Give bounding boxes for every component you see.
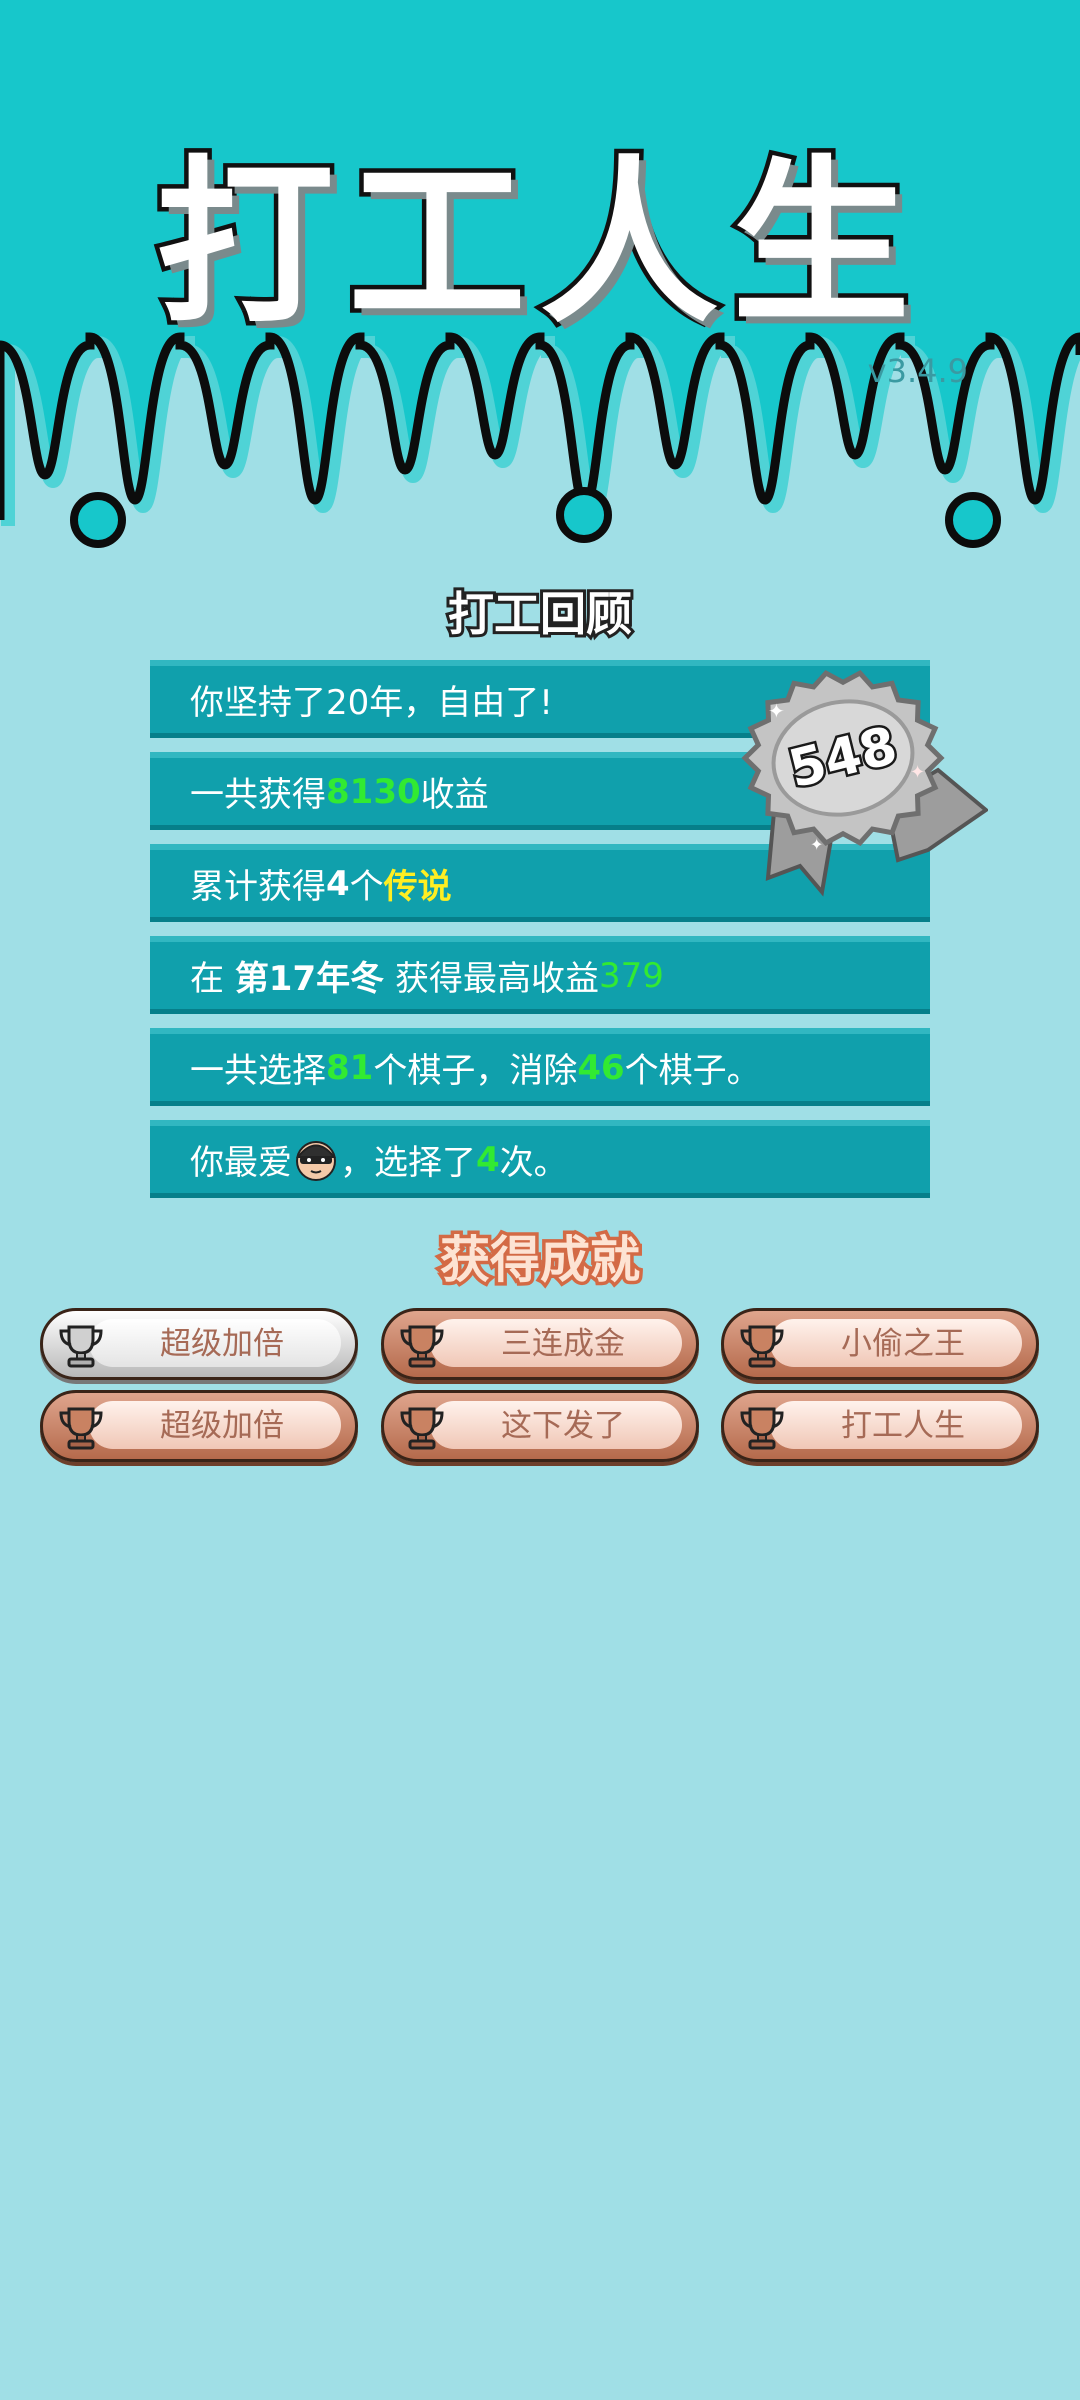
stat-pieces-prefix: 一共选择 [190, 1051, 326, 1091]
achievement-label: 超级加倍 [160, 1326, 284, 1362]
stat-fav-prefix: 你最爱 [190, 1143, 292, 1183]
stat-legend-count: 4 [326, 863, 350, 904]
achievement-badge[interactable]: 打工人生 [721, 1390, 1039, 1462]
version-label: v3.4.9 [867, 352, 968, 390]
bronze-trophy-icon [740, 1407, 784, 1450]
stat-years-text: 你坚持了20年，自由了! [190, 683, 553, 723]
svg-text:✦: ✦ [810, 835, 823, 854]
svg-text:✦: ✦ [768, 699, 785, 723]
stat-legend-unit: 个 [349, 867, 384, 907]
achievement-badge[interactable]: 超级加倍 [40, 1390, 358, 1462]
achievement-label: 这下发了 [501, 1408, 625, 1444]
stat-best-period: 第17年冬 [234, 959, 385, 999]
achievements-title: 获得成就 [437, 1228, 644, 1293]
stat-income-suffix: 收益 [420, 775, 489, 815]
stat-row-best-income: 在 第17年冬 获得最高收益 379 [150, 936, 930, 1014]
stat-fav-mid: ，选择了 [340, 1143, 476, 1183]
thief-face-icon [295, 1140, 337, 1181]
stat-pieces-chosen: 81 [326, 1047, 374, 1088]
achievement-badge[interactable]: 三连成金 [381, 1308, 699, 1380]
achievement-badge[interactable]: 超级加倍 [40, 1308, 358, 1380]
stat-best-value: 379 [598, 955, 664, 996]
svg-text:✦: ✦ [910, 762, 925, 783]
drip-dots [70, 487, 1001, 548]
stat-fav-times: 4 [476, 1139, 500, 1180]
review-title: 打工回顾 [445, 584, 635, 644]
stat-row-favorite: 你最爱 ，选择了 4 次。 [150, 1120, 930, 1198]
bronze-trophy-icon [740, 1325, 784, 1368]
stat-best-mid: 获得最高收益 [384, 959, 599, 999]
bronze-trophy-icon [400, 1325, 444, 1368]
silver-trophy-icon [59, 1325, 103, 1368]
stat-legend-rarity: 传说 [383, 867, 452, 907]
bronze-trophy-icon [59, 1407, 103, 1450]
achievement-badge[interactable]: 小偷之王 [721, 1308, 1039, 1380]
achievement-badge[interactable]: 这下发了 [381, 1390, 699, 1462]
stat-pieces-mid: 个棋子，消除 [373, 1051, 578, 1091]
achievement-label: 三连成金 [501, 1326, 625, 1362]
bronze-trophy-icon [400, 1407, 444, 1450]
stat-income-value: 8130 [326, 771, 421, 812]
stat-legend-prefix: 累计获得 [190, 867, 326, 907]
score-medal-badge: 548 ✦ ✦ ✦ [741, 669, 988, 897]
achievement-label: 超级加倍 [160, 1408, 284, 1444]
stat-pieces-suffix: 个棋子。 [624, 1051, 761, 1091]
game-title: 打工人生 [152, 136, 924, 352]
header-banner: 打工人生 v3.4.9 [0, 0, 1080, 580]
achievement-label: 打工人生 [841, 1408, 965, 1444]
stat-pieces-removed: 46 [577, 1047, 625, 1088]
achievement-label: 小偷之王 [841, 1326, 965, 1362]
stat-row-pieces: 一共选择 81 个棋子，消除 46 个棋子。 [150, 1028, 930, 1106]
stat-income-prefix: 一共获得 [190, 775, 326, 815]
stat-best-prefix: 在 [190, 959, 235, 999]
stat-fav-suffix: 次。 [499, 1143, 568, 1183]
